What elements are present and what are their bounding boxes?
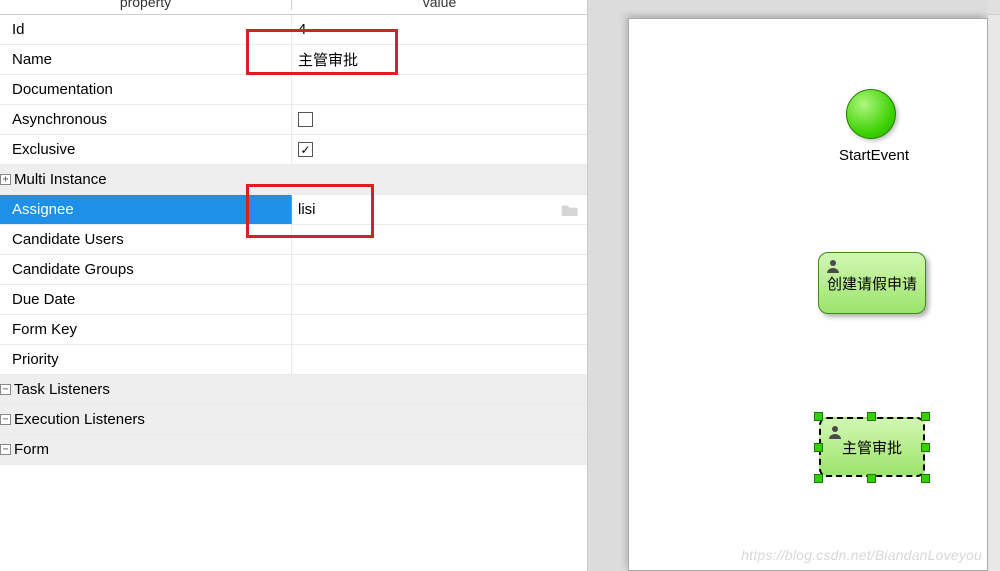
header-value: value (292, 0, 587, 10)
value-form-key[interactable] (292, 315, 587, 344)
value-name[interactable]: 主管审批 (292, 45, 587, 74)
watermark-text: https://blog.csdn.net/BiandanLoveyou (741, 547, 982, 563)
resize-handle[interactable] (814, 412, 823, 421)
assignee-input[interactable] (298, 201, 561, 218)
diagram-canvas[interactable]: StartEvent 创建请假申请 主管审批 (628, 18, 988, 571)
group-task-listeners[interactable]: − Task Listeners (0, 375, 587, 405)
value-asynchronous[interactable] (292, 105, 587, 134)
value-exclusive[interactable]: ✓ (292, 135, 587, 164)
value-id[interactable]: 4 (292, 15, 587, 44)
header-property: property (0, 0, 292, 10)
label-form: Form (14, 435, 49, 464)
label-priority: Priority (0, 345, 292, 374)
row-asynchronous[interactable]: Asynchronous (0, 105, 587, 135)
label-name: Name (0, 45, 292, 74)
expand-plus-icon[interactable]: + (0, 174, 11, 185)
user-icon (825, 258, 841, 274)
task-create-leave-request[interactable]: 创建请假申请 (818, 252, 926, 314)
row-assignee[interactable]: Assignee (0, 195, 587, 225)
vertical-scrollbar[interactable] (988, 0, 1000, 571)
group-form[interactable]: − Form (0, 435, 587, 465)
diagram-panel: StartEvent 创建请假申请 主管审批 https://blog.csdn… (588, 0, 1000, 571)
resize-handle[interactable] (921, 443, 930, 452)
value-candidate-users[interactable] (292, 225, 587, 254)
row-form-key[interactable]: Form Key (0, 315, 587, 345)
resize-handle[interactable] (921, 412, 930, 421)
checkbox-async[interactable] (298, 112, 313, 127)
label-multi-instance: Multi Instance (14, 165, 107, 194)
row-priority[interactable]: Priority (0, 345, 587, 375)
task1-label: 创建请假申请 (827, 273, 917, 294)
row-due-date[interactable]: Due Date (0, 285, 587, 315)
properties-header: property value (0, 0, 587, 15)
properties-panel: property value Id 4 Name 主管审批 Documentat… (0, 0, 588, 571)
row-candidate-users[interactable]: Candidate Users (0, 225, 587, 255)
row-exclusive[interactable]: Exclusive ✓ (0, 135, 587, 165)
expand-minus-icon[interactable]: − (0, 444, 11, 455)
checkbox-exclusive[interactable]: ✓ (298, 142, 313, 157)
group-execution-listeners[interactable]: − Execution Listeners (0, 405, 587, 435)
resize-handle[interactable] (814, 474, 823, 483)
user-icon (827, 424, 843, 440)
resize-handle[interactable] (814, 443, 823, 452)
start-event-label: StartEvent (809, 147, 939, 164)
task2-label: 主管审批 (842, 437, 902, 458)
label-candidate-users: Candidate Users (0, 225, 292, 254)
label-execution-listeners: Execution Listeners (14, 405, 145, 434)
checkmark-icon: ✓ (300, 144, 310, 156)
resize-handle[interactable] (867, 474, 876, 483)
value-due-date[interactable] (292, 285, 587, 314)
row-id[interactable]: Id 4 (0, 15, 587, 45)
label-task-listeners: Task Listeners (14, 375, 110, 404)
row-name[interactable]: Name 主管审批 (0, 45, 587, 75)
label-documentation: Documentation (0, 75, 292, 104)
row-documentation[interactable]: Documentation (0, 75, 587, 105)
label-exclusive: Exclusive (0, 135, 292, 164)
resize-handle[interactable] (867, 412, 876, 421)
row-candidate-groups[interactable]: Candidate Groups (0, 255, 587, 285)
label-form-key: Form Key (0, 315, 292, 344)
expand-minus-icon[interactable]: − (0, 384, 11, 395)
value-candidate-groups[interactable] (292, 255, 587, 284)
resize-handle[interactable] (921, 474, 930, 483)
task-supervisor-approve-selected[interactable]: 主管审批 (819, 417, 925, 477)
start-event-node[interactable] (846, 89, 896, 139)
label-asynchronous: Asynchronous (0, 105, 292, 134)
value-documentation[interactable] (292, 75, 587, 104)
label-assignee: Assignee (0, 195, 292, 224)
value-priority[interactable] (292, 345, 587, 374)
group-multi-instance[interactable]: + Multi Instance (0, 165, 587, 195)
expand-minus-icon[interactable]: − (0, 414, 11, 425)
label-candidate-groups: Candidate Groups (0, 255, 292, 284)
label-due-date: Due Date (0, 285, 292, 314)
value-assignee-cell[interactable] (292, 195, 587, 224)
label-id: Id (0, 15, 292, 44)
browse-folder-icon[interactable] (561, 203, 579, 217)
